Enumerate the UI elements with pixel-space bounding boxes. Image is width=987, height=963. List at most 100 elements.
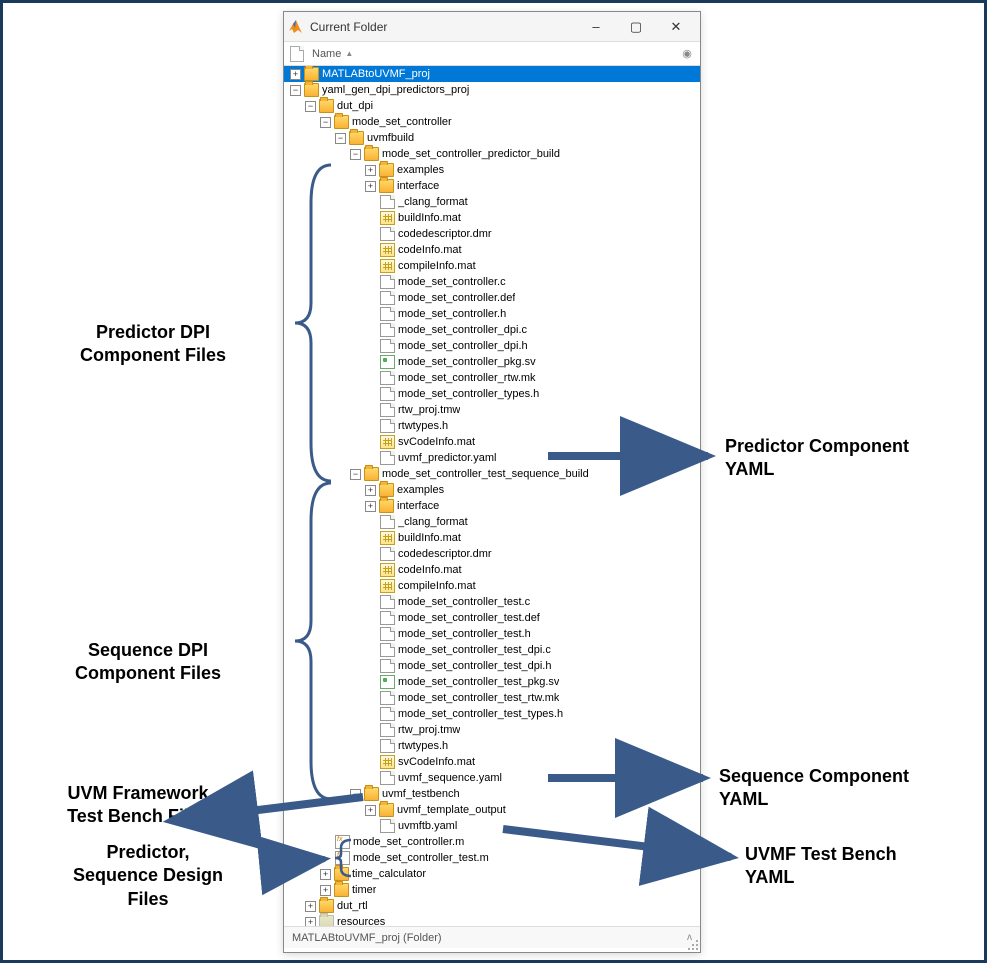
file-icon	[380, 451, 395, 465]
tree-row[interactable]: buildInfo.mat	[284, 530, 700, 546]
tree-row[interactable]: + dut_rtl	[284, 898, 700, 914]
tree-row[interactable]: codedescriptor.dmr	[284, 226, 700, 242]
tree-row[interactable]: mode_set_controller_dpi.h	[284, 338, 700, 354]
tree-row[interactable]: +resources	[284, 914, 700, 926]
tree-item-label: mode_set_controller.c	[398, 276, 506, 288]
tree-row[interactable]: compileInfo.mat	[284, 258, 700, 274]
tree-item-label: mode_set_controller_test_pkg.sv	[398, 676, 559, 688]
tree-row[interactable]: −mode_set_controller_predictor_build	[284, 146, 700, 162]
tree-row[interactable]: −dut_dpi	[284, 98, 700, 114]
tree-row[interactable]: +interface	[284, 498, 700, 514]
tree-item-label: rtw_proj.tmw	[398, 724, 460, 736]
expand-icon[interactable]: +	[365, 485, 376, 496]
tree-row[interactable]: +examples	[284, 162, 700, 178]
collapse-icon[interactable]: −	[335, 133, 346, 144]
collapse-icon[interactable]: −	[290, 85, 301, 96]
file-icon	[380, 403, 395, 417]
tree-item-label: mode_set_controller.m	[353, 836, 464, 848]
tree-row[interactable]: codeInfo.mat	[284, 242, 700, 258]
window-title: Current Folder	[310, 20, 576, 34]
folder-icon	[379, 163, 394, 177]
tree-row[interactable]: svCodeInfo.mat	[284, 754, 700, 770]
tree-row[interactable]: codeInfo.mat	[284, 562, 700, 578]
expand-icon[interactable]: +	[365, 181, 376, 192]
tree-row[interactable]: mode_set_controller_test_dpi.c	[284, 642, 700, 658]
collapse-icon[interactable]: −	[320, 117, 331, 128]
collapse-icon[interactable]: −	[305, 101, 316, 112]
settings-icon[interactable]: ◉	[680, 47, 694, 61]
tree-row[interactable]: compileInfo.mat	[284, 578, 700, 594]
tree-row[interactable]: mode_set_controller_test_types.h	[284, 706, 700, 722]
column-header[interactable]: Name▲ ◉	[284, 42, 700, 66]
tree-row[interactable]: rtw_proj.tmw	[284, 722, 700, 738]
tree-item-label: mode_set_controller_test.c	[398, 596, 530, 608]
tree-item-label: mode_set_controller_test_dpi.h	[398, 660, 551, 672]
tree-row[interactable]: − yaml_gen_dpi_predictors_proj	[284, 82, 700, 98]
file-icon	[380, 659, 395, 673]
tree-row[interactable]: _clang_format	[284, 514, 700, 530]
file-icon	[380, 547, 395, 561]
minimize-button[interactable]: ‒	[576, 13, 616, 41]
tree-row[interactable]: − mode_set_controller_test_sequence_build	[284, 466, 700, 482]
folder-icon	[319, 899, 334, 913]
tree-item-label: examples	[397, 484, 444, 496]
mat-icon	[380, 579, 395, 593]
folder-icon	[319, 99, 334, 113]
maximize-button[interactable]: ▢	[616, 13, 656, 41]
resize-grip[interactable]	[686, 938, 698, 950]
expand-icon[interactable]: +	[305, 901, 316, 912]
file-icon	[380, 691, 395, 705]
tree-row[interactable]: mode_set_controller.def	[284, 290, 700, 306]
annotation-design-files: Predictor,Sequence DesignFiles	[33, 841, 263, 911]
expand-icon[interactable]: +	[305, 917, 316, 927]
tree-row[interactable]: mode_set_controller_test.c	[284, 594, 700, 610]
tree-row[interactable]: mode_set_controller_rtw.mk	[284, 370, 700, 386]
tree-row[interactable]: −mode_set_controller	[284, 114, 700, 130]
tree-item-label: svCodeInfo.mat	[398, 436, 475, 448]
tree-row[interactable]: +timer	[284, 882, 700, 898]
collapse-icon[interactable]: −	[350, 149, 361, 160]
tree-row[interactable]: mode_set_controller_test.h	[284, 626, 700, 642]
expand-icon[interactable]: +	[320, 885, 331, 896]
tree-row[interactable]: mode_set_controller.c	[284, 274, 700, 290]
tree-item-label: MATLABtoUVMF_proj	[322, 68, 430, 80]
close-button[interactable]: ✕	[656, 13, 696, 41]
tree-row[interactable]: mode_set_controller_test.def	[284, 610, 700, 626]
tree-row[interactable]: mode_set_controller_types.h	[284, 386, 700, 402]
tree-row[interactable]: mode_set_controller_test_pkg.sv	[284, 674, 700, 690]
tree-row[interactable]: buildInfo.mat	[284, 210, 700, 226]
tree-row[interactable]: mode_set_controller_test_dpi.h	[284, 658, 700, 674]
expand-icon[interactable]: +	[365, 165, 376, 176]
tree-row[interactable]: −uvmfbuild	[284, 130, 700, 146]
tree-item-label: mode_set_controller_dpi.c	[398, 324, 527, 336]
tree-row[interactable]: mode_set_controller_test_rtw.mk	[284, 690, 700, 706]
tree-row[interactable]: rtw_proj.tmw	[284, 402, 700, 418]
tree-item-label: mode_set_controller_test_sequence_build	[382, 468, 589, 480]
tree-row[interactable]: rtwtypes.h	[284, 738, 700, 754]
tree-item-label: uvmf_testbench	[382, 788, 460, 800]
arrow-predictor-yaml	[548, 447, 723, 465]
file-icon	[380, 723, 395, 737]
collapse-icon[interactable]: −	[350, 469, 361, 480]
tree-item-label: dut_rtl	[337, 900, 368, 912]
mat-icon	[380, 435, 395, 449]
tree-row[interactable]: + examples	[284, 482, 700, 498]
tree-row[interactable]: codedescriptor.dmr	[284, 546, 700, 562]
tree-row[interactable]: + MATLABtoUVMF_proj	[284, 66, 700, 82]
tree-row[interactable]: _clang_format	[284, 194, 700, 210]
file-icon	[380, 275, 395, 289]
tree-row[interactable]: +interface	[284, 178, 700, 194]
expand-icon[interactable]: +	[290, 69, 301, 80]
tree-row[interactable]: mode_set_controller_pkg.sv	[284, 354, 700, 370]
tree-row[interactable]: mode_set_controller_dpi.c	[284, 322, 700, 338]
tree-item-label: uvmf_predictor.yaml	[398, 452, 496, 464]
folder-icon	[349, 131, 364, 145]
titlebar: Current Folder ‒ ▢ ✕	[284, 12, 700, 42]
expand-icon[interactable]: +	[365, 501, 376, 512]
tree-row[interactable]: mode_set_controller.h	[284, 306, 700, 322]
file-icon	[380, 819, 395, 833]
tree-row[interactable]: rtwtypes.h	[284, 418, 700, 434]
annotation-sequence-dpi: Sequence DPIComponent Files	[48, 639, 248, 686]
tree-item-label: yaml_gen_dpi_predictors_proj	[322, 84, 469, 96]
mat-icon	[380, 755, 395, 769]
